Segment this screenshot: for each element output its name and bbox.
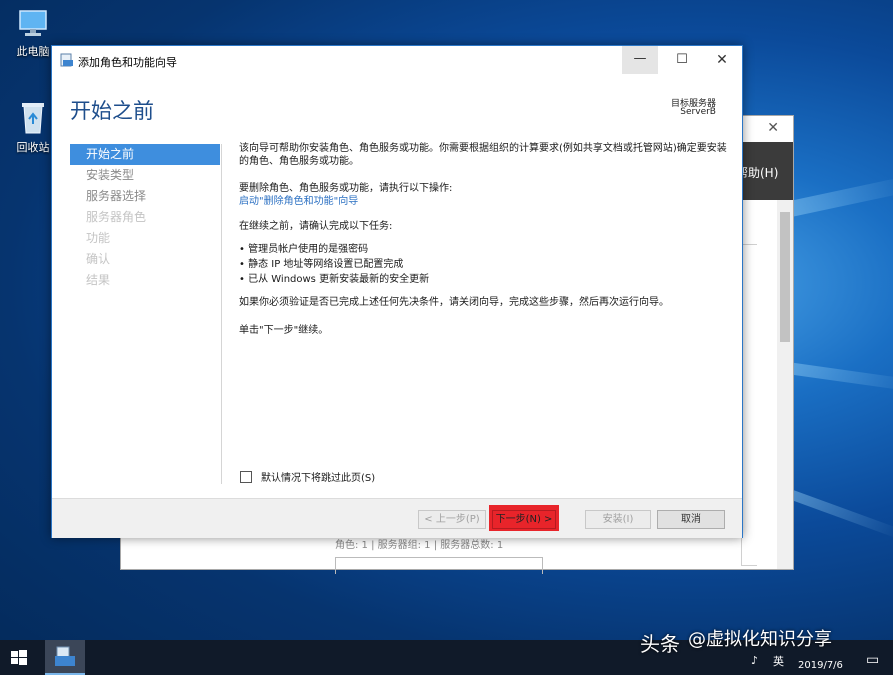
skip-page-checkbox[interactable] xyxy=(240,470,252,483)
desktop-icon-label: 回收站 xyxy=(16,141,50,154)
server-manager-icon xyxy=(55,646,75,666)
skip-page-option[interactable]: 默认情况下将跳过此页(S) xyxy=(240,469,375,484)
title-bar[interactable]: 添加角色和功能向导 — ☐ ✕ xyxy=(52,46,742,76)
nav-step-features: 功能 xyxy=(86,231,111,245)
maximize-button[interactable]: ☐ xyxy=(664,46,700,74)
windows-start-icon[interactable] xyxy=(10,649,28,667)
nav-step-confirmation: 确认 xyxy=(86,252,111,266)
install-button[interactable]: 安装(I) xyxy=(585,510,651,529)
next-button[interactable]: 下一步(N) > xyxy=(492,510,556,529)
clock-date[interactable]: 2019/7/6 xyxy=(798,660,843,671)
previous-button[interactable]: < 上一步(P) xyxy=(418,510,486,529)
verify-text: 如果你必须验证是否已完成上述任何先决条件，请关闭向导，完成这些步骤，然后再次运行… xyxy=(239,297,669,308)
remove-roles-link[interactable]: 启动"删除角色和功能"向导 xyxy=(239,195,729,208)
nav-divider xyxy=(221,144,222,484)
wizard-content: 该向导可帮助你安装角色、角色服务或功能。你需要根据组织的计算要求(例如共享文档或… xyxy=(239,142,729,337)
continue-text: 单击"下一步"继续。 xyxy=(239,325,329,336)
nav-step-results: 结果 xyxy=(86,273,111,287)
nav-step-install-type[interactable]: 安装类型 xyxy=(70,165,220,186)
desktop-icon-label: 此电脑 xyxy=(16,45,50,58)
nav-step-server-roles: 服务器角色 xyxy=(86,210,147,224)
remove-instructions: 要删除角色、角色服务或功能，请执行以下操作: xyxy=(239,183,453,194)
wizard-footer: < 上一步(P) 下一步(N) > 安装(I) 取消 xyxy=(52,498,742,538)
server-stats: 角色: 1 | 服务器组: 1 | 服务器总数: 1 xyxy=(335,540,504,551)
window-title: 添加角色和功能向导 xyxy=(78,56,177,69)
nav-step-server-selection[interactable]: 服务器选择 xyxy=(70,186,220,207)
wizard-step-nav: 开始之前 安装类型 服务器选择 服务器角色 功能 确认 结果 xyxy=(70,144,220,291)
wizard-app-icon xyxy=(60,53,74,67)
before-continue-text: 在继续之前，请确认完成以下任务: xyxy=(239,221,393,232)
task-item: • 管理员帐户使用的是强密码 xyxy=(239,244,369,255)
intro-text: 该向导可帮助你安装角色、角色服务或功能。你需要根据组织的计算要求(例如共享文档或… xyxy=(239,143,727,167)
minimize-button[interactable]: — xyxy=(622,46,658,74)
task-item: • 静态 IP 地址等网络设置已配置完成 xyxy=(239,259,404,270)
nav-step-before-you-begin[interactable]: 开始之前 xyxy=(70,144,220,165)
add-roles-wizard-window: 添加角色和功能向导 — ☐ ✕ 开始之前 目标服务器 ServerB 开始之前 … xyxy=(51,45,743,538)
server-tile[interactable] xyxy=(335,557,543,574)
skip-page-label: 默认情况下将跳过此页(S) xyxy=(261,473,376,484)
watermark-account: @虚拟化知识分享 xyxy=(688,629,832,650)
cancel-button[interactable]: 取消 xyxy=(657,510,725,529)
watermark-brand: 头条 xyxy=(640,632,680,656)
task-item: • 已从 Windows 更新安装最新的安全更新 xyxy=(239,274,430,285)
panel-frame xyxy=(741,244,757,566)
computer-icon xyxy=(16,9,50,39)
recycle-bin-icon xyxy=(16,99,50,135)
page-title: 开始之前 xyxy=(70,99,154,123)
notification-icon[interactable]: ▭ xyxy=(866,652,879,668)
scrollbar-thumb[interactable] xyxy=(780,212,790,342)
close-icon[interactable]: ✕ xyxy=(767,120,779,136)
ime-indicator[interactable]: 英 xyxy=(773,653,784,669)
taskbar-server-manager[interactable] xyxy=(45,640,85,675)
close-button[interactable]: ✕ xyxy=(704,46,740,74)
destination-server-name: ServerB xyxy=(680,107,716,117)
volume-icon[interactable]: ♪ xyxy=(751,654,758,667)
